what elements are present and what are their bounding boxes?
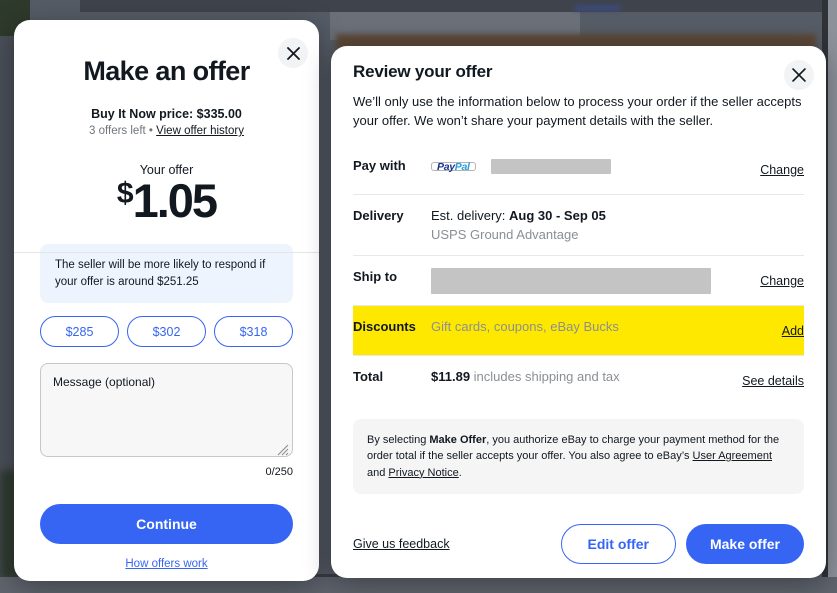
offers-left-count: 3 offers left (89, 125, 146, 137)
offer-amount-value: 1.05 (132, 174, 218, 227)
row-label-delivery: Delivery (353, 207, 404, 223)
close-icon[interactable] (784, 60, 814, 90)
row-ship-to: Ship to Change (353, 254, 804, 305)
continue-button[interactable]: Continue (40, 504, 293, 545)
divider (14, 252, 319, 253)
background-top-strip (80, 0, 837, 12)
edit-offer-button[interactable]: Edit offer (560, 524, 676, 564)
screen: Make an offer Buy It Now price: $335.00 … (0, 0, 837, 593)
close-icon[interactable] (278, 38, 308, 68)
review-title: Review your offer (353, 62, 493, 81)
add-discount-link[interactable]: Add (782, 324, 804, 338)
review-footer: Give us feedback Edit offer Make offer (353, 524, 804, 564)
privacy-notice-link[interactable]: Privacy Notice (388, 467, 458, 479)
row-delivery: Delivery Est. delivery: Aug 30 - Sep 05 … (353, 193, 804, 255)
legal-disclaimer: By selecting Make Offer, you authorize e… (353, 418, 804, 495)
total-note: includes shipping and tax (473, 368, 620, 384)
quick-offer-buttons: $285 $302 $318 (40, 316, 293, 348)
currency-symbol: $ (116, 177, 134, 210)
est-delivery-prefix: Est. delivery: (431, 207, 510, 223)
quick-offer-button-1[interactable]: $285 (40, 316, 119, 348)
paypal-logo-pay: Pay (437, 160, 455, 173)
est-delivery-dates: Aug 30 - Sep 05 (509, 207, 606, 223)
give-us-feedback-link[interactable]: Give us feedback (353, 537, 450, 551)
separator-dot: • (148, 125, 153, 137)
redacted-payment-account (491, 158, 612, 174)
buy-it-now-price: Buy It Now price: $335.00 (91, 107, 242, 121)
row-label-total: Total (353, 368, 384, 384)
background-right-edge (828, 0, 837, 593)
delivery-carrier: USPS Ground Advantage (431, 227, 579, 243)
review-rows: Pay with PayPal Change Delivery Est. del… (353, 149, 804, 405)
total-amount: $11.89 (431, 368, 471, 384)
offers-left-line: 3 offers left • View offer history (40, 125, 293, 137)
make-an-offer-dialog: Make an offer Buy It Now price: $335.00 … (14, 20, 319, 581)
row-body-discounts: Gift cards, coupons, eBay Bucks (431, 318, 619, 334)
page-title: Make an offer (83, 56, 250, 86)
legal-bold-make-offer: Make Offer (429, 433, 487, 446)
user-agreement-link[interactable]: User Agreement (693, 450, 772, 462)
legal-part-4: . (458, 466, 462, 479)
row-total: Total $11.89 includes shipping and tax S… (353, 354, 804, 405)
row-pay-with: Pay with PayPal Change (353, 149, 804, 194)
row-label-discounts: Discounts (353, 318, 416, 334)
row-body-total: $11.89 includes shipping and tax (431, 368, 732, 386)
quick-offer-button-3[interactable]: $318 (214, 316, 293, 348)
paypal-icon: PayPal (431, 160, 476, 173)
review-your-offer-dialog: Review your offer We’ll only use the inf… (331, 46, 826, 578)
see-details-link[interactable]: See details (742, 374, 804, 388)
view-offer-history-link[interactable]: View offer history (156, 125, 244, 137)
row-discounts[interactable]: Discounts Gift cards, coupons, eBay Buck… (353, 304, 804, 355)
message-field-wrapper (40, 363, 293, 462)
make-offer-button[interactable]: Make offer (685, 524, 804, 564)
paypal-logo-pal: Pal (454, 160, 470, 173)
quick-offer-button-2[interactable]: $302 (127, 316, 206, 348)
redacted-shipping-address (431, 267, 711, 294)
row-body-pay-with: PayPal (431, 157, 750, 175)
row-body-ship-to (431, 267, 750, 294)
row-body-delivery: Est. delivery: Aug 30 - Sep 05 USPS Grou… (431, 207, 804, 244)
change-address-link[interactable]: Change (760, 274, 804, 288)
background-blue-accent (575, 5, 620, 11)
message-input[interactable] (40, 363, 293, 458)
how-offers-work-link[interactable]: How offers work (40, 558, 293, 570)
legal-part-3: and (367, 466, 389, 479)
change-payment-link[interactable]: Change (760, 163, 804, 177)
row-label-ship-to: Ship to (353, 268, 398, 284)
character-counter: 0/250 (265, 466, 293, 479)
review-subtitle: We’ll only use the information below to … (353, 94, 802, 128)
estimated-delivery-line: Est. delivery: Aug 30 - Sep 05 (431, 207, 804, 225)
legal-part-1: By selecting (367, 433, 430, 446)
offer-amount: $1.05 (40, 177, 293, 224)
row-label-pay-with: Pay with (353, 157, 406, 173)
